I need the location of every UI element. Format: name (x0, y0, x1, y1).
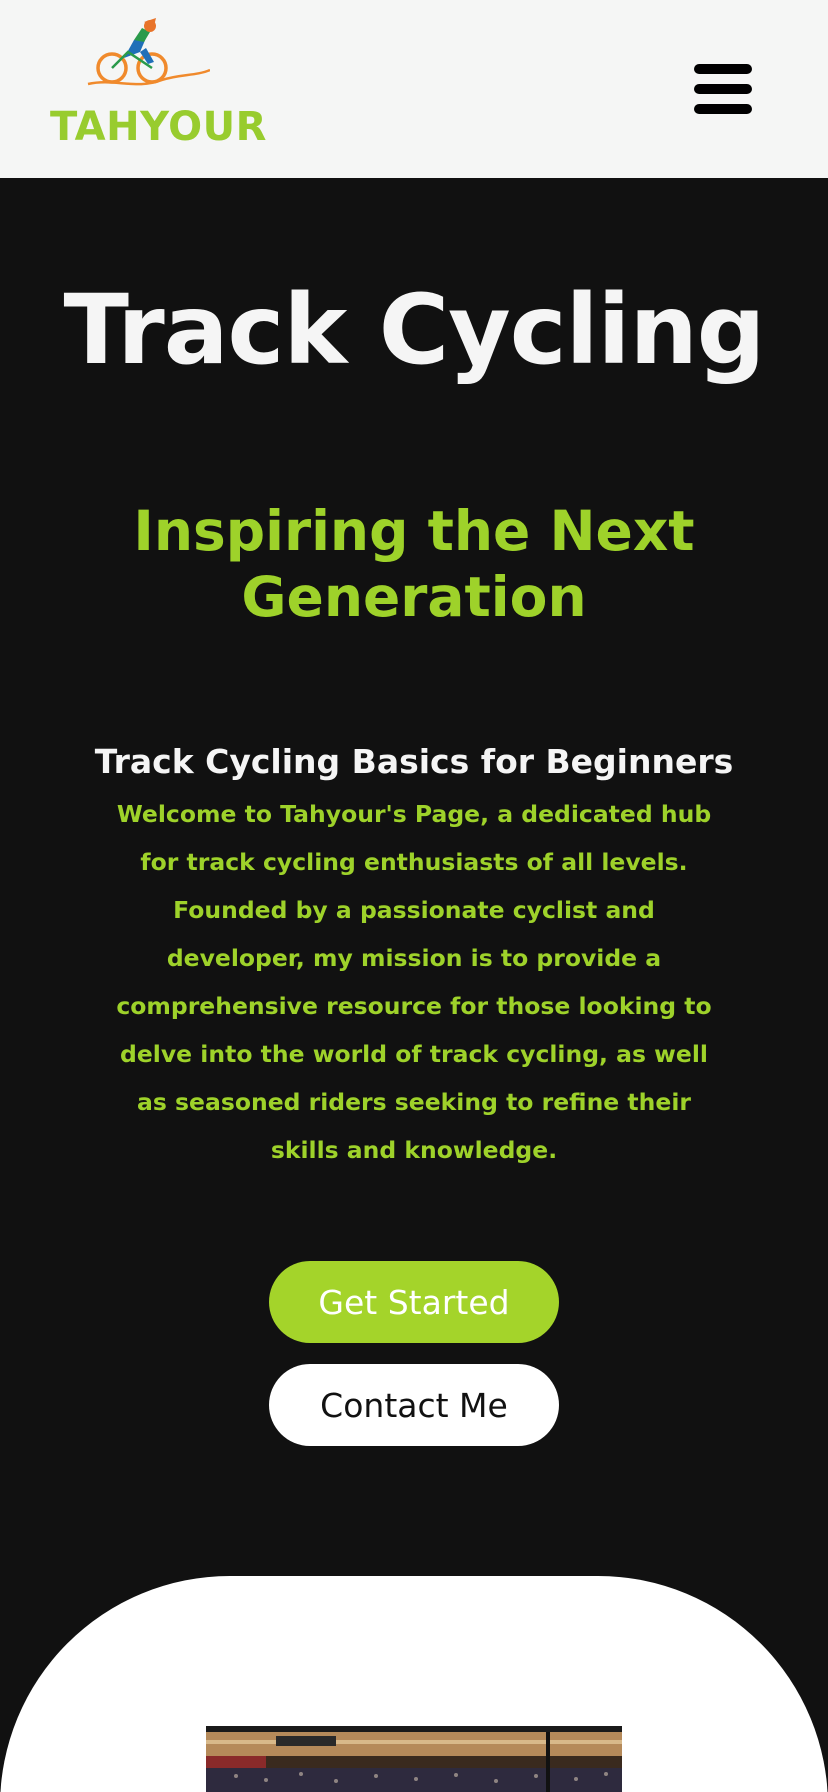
get-started-button[interactable]: Get Started (269, 1261, 559, 1343)
hamburger-menu-icon[interactable] (694, 62, 752, 116)
contact-me-button[interactable]: Contact Me (269, 1364, 559, 1446)
cyclist-logo-icon (87, 18, 210, 86)
intro-heading: Track Cycling Basics for Beginners (94, 742, 734, 781)
brand-logo[interactable]: TAHYOUR (48, 18, 266, 158)
velodrome-photo (206, 1726, 622, 1792)
brand-name: TAHYOUR (50, 104, 267, 150)
hero-subtitle: Inspiring the Next Generation (133, 499, 695, 629)
site-header: TAHYOUR (0, 0, 828, 178)
hero-title: Track Cycling (63, 274, 765, 386)
intro-paragraph: Welcome to Tahyour's Page, a dedicated h… (116, 800, 712, 1164)
